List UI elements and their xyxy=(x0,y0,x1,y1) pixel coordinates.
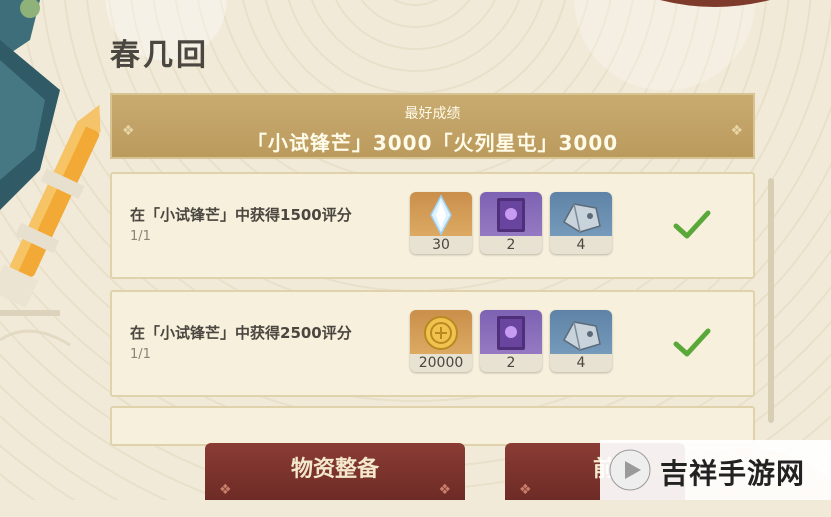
mystic-ore-icon xyxy=(562,203,601,233)
reward-primogem[interactable]: 30 xyxy=(410,192,472,254)
mora-coin-icon xyxy=(424,316,458,350)
supplies-button-label: 物资整备 xyxy=(290,457,379,482)
checkmark-icon xyxy=(673,210,711,239)
banner-ornament-right-icon: ❖ xyxy=(730,123,743,139)
reward-mora[interactable]: 20000 xyxy=(410,310,472,372)
watermark: 吉祥手游网 xyxy=(600,440,831,500)
lantern-decoration xyxy=(0,0,101,347)
reward-count: 2 xyxy=(480,354,542,372)
reward-count: 4 xyxy=(550,236,612,254)
event-title: 春几回 xyxy=(110,38,209,73)
task-card: 在「小试锋芒」中获得2500评分 1/1 20000 2 4 xyxy=(110,290,755,397)
reward-count: 30 xyxy=(410,236,472,254)
task-progress: 1/1 xyxy=(130,347,151,362)
knot-ornament-icon: ❖ xyxy=(219,482,232,498)
best-score-banner: ❖ ❖ 最好成绩 「小试锋芒」3000「火列星屯」3000 xyxy=(110,93,755,159)
best-score-value: 「小试锋芒」3000「火列星屯」3000 xyxy=(246,131,619,155)
reward-count: 2 xyxy=(480,236,542,254)
task-progress: 1/1 xyxy=(130,229,151,244)
task-card: 在「小试锋芒」中获得1500评分 1/1 30 2 4 xyxy=(110,172,755,279)
task-description: 在「小试锋芒」中获得1500评分 xyxy=(130,206,352,224)
best-score-label: 最好成绩 xyxy=(404,106,461,122)
reward-list: 30 2 4 xyxy=(410,192,612,254)
hero-wit-book-icon xyxy=(497,198,525,232)
knot-ornament-icon: ❖ xyxy=(438,482,451,498)
hero-wit-book-icon xyxy=(497,316,525,350)
reward-count: 4 xyxy=(550,354,612,372)
task-description: 在「小试锋芒」中获得2500评分 xyxy=(130,324,352,342)
watermark-logo-icon xyxy=(609,449,651,491)
reward-count: 20000 xyxy=(410,354,472,372)
checkmark-icon xyxy=(673,328,711,357)
watermark-text: 吉祥手游网 xyxy=(660,457,806,490)
primogem-icon xyxy=(430,194,452,236)
reward-book[interactable]: 2 xyxy=(480,192,542,254)
reward-list: 20000 2 4 xyxy=(410,310,612,372)
mystic-ore-icon xyxy=(562,321,601,351)
knot-ornament-icon: ❖ xyxy=(519,482,532,498)
scrollbar[interactable] xyxy=(768,178,774,423)
reward-ore[interactable]: 4 xyxy=(550,192,612,254)
top-ornament xyxy=(660,0,770,7)
supplies-button[interactable]: ❖ 物资整备 ❖ xyxy=(205,443,465,500)
reward-book[interactable]: 2 xyxy=(480,310,542,372)
reward-ore[interactable]: 4 xyxy=(550,310,612,372)
banner-ornament-left-icon: ❖ xyxy=(122,123,135,139)
